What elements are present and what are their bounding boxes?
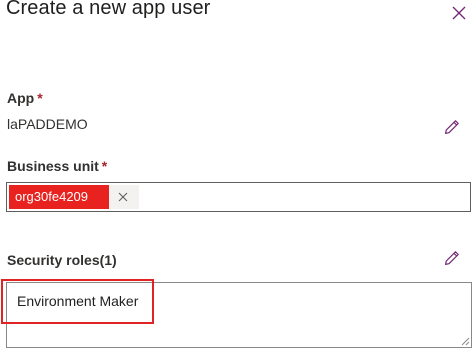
required-mark: * xyxy=(37,90,43,106)
close-icon xyxy=(118,192,128,202)
security-roles-box[interactable]: Environment Maker xyxy=(6,282,472,348)
business-unit-label: Business unit * xyxy=(7,158,107,174)
business-unit-chip-value: org30fe4209 xyxy=(9,185,109,209)
app-label: App * xyxy=(7,90,43,106)
close-icon xyxy=(452,6,466,20)
app-value: laPADDEMO xyxy=(7,116,88,132)
edit-app-button[interactable] xyxy=(441,116,463,138)
business-unit-lookup[interactable]: org30fe4209 xyxy=(6,182,471,212)
security-role-item: Environment Maker xyxy=(17,293,139,309)
app-label-text: App xyxy=(7,90,35,106)
edit-security-roles-button[interactable] xyxy=(441,247,463,269)
business-unit-chip[interactable]: org30fe4209 xyxy=(9,185,139,209)
pencil-icon xyxy=(445,120,459,134)
create-app-user-panel: Create a new app user App * laPADDEMO Bus… xyxy=(0,0,476,363)
remove-business-unit-button[interactable] xyxy=(109,185,137,209)
panel-title: Create a new app user xyxy=(6,0,211,19)
security-roles-label: Security roles(1) xyxy=(7,252,117,268)
business-unit-label-text: Business unit xyxy=(7,158,99,174)
required-mark: * xyxy=(101,158,108,174)
resize-grip-icon[interactable] xyxy=(460,336,470,346)
close-button[interactable] xyxy=(445,0,473,26)
pencil-icon xyxy=(445,251,459,265)
